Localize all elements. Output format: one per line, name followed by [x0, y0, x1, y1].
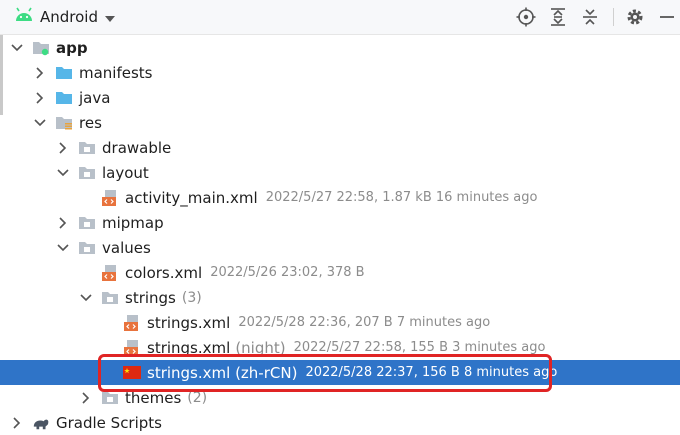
- tree-item-strings-xml-zh-rcn[interactable]: strings.xml (zh-rCN) 2022/5/28 22:37, 15…: [0, 360, 680, 385]
- chevron-down-icon[interactable]: [56, 241, 70, 255]
- tree-item-res[interactable]: res: [0, 110, 680, 135]
- settings-icon[interactable]: [624, 6, 646, 28]
- tree-item-colors-xml[interactable]: colors.xml 2022/5/26 23:02, 378 B: [0, 260, 680, 285]
- tree-item-drawable[interactable]: drawable: [0, 135, 680, 160]
- tree-item-layout[interactable]: layout: [0, 160, 680, 185]
- tree-item-values[interactable]: values: [0, 235, 680, 260]
- tree-item-manifests[interactable]: manifests: [0, 60, 680, 85]
- tree-item-gradle-scripts[interactable]: Gradle Scripts: [0, 410, 680, 435]
- toolbar-separator: [613, 8, 614, 26]
- chevron-right-icon[interactable]: [56, 216, 70, 230]
- project-toolbar: Android: [0, 0, 680, 35]
- chevron-down-icon: [104, 8, 116, 27]
- chevron-down-icon[interactable]: [10, 41, 24, 55]
- china-flag-icon: [123, 364, 141, 382]
- chevron-down-icon[interactable]: [56, 166, 70, 180]
- resources-folder-icon: [55, 114, 73, 132]
- tree-item-activity-main-xml[interactable]: activity_main.xml 2022/5/27 22:58, 1.87 …: [0, 185, 680, 210]
- tree-item-mipmap[interactable]: mipmap: [0, 210, 680, 235]
- folder-icon: [101, 289, 119, 307]
- tree-item-app[interactable]: app: [0, 35, 680, 60]
- tree-item-strings-xml-default[interactable]: strings.xml 2022/5/28 22:36, 207 B 7 min…: [0, 310, 680, 335]
- chevron-down-icon[interactable]: [79, 291, 93, 305]
- folder-icon: [78, 214, 96, 232]
- item-count: (3): [181, 289, 202, 306]
- qualifier-label: (night): [235, 338, 286, 357]
- xml-file-icon: [123, 314, 141, 332]
- chevron-down-icon[interactable]: [33, 116, 47, 130]
- locate-icon[interactable]: [515, 6, 537, 28]
- folder-icon: [101, 389, 119, 407]
- folder-icon: [78, 164, 96, 182]
- folder-icon: [78, 139, 96, 157]
- view-selector-dropdown[interactable]: Android: [14, 6, 116, 28]
- chevron-right-icon[interactable]: [33, 91, 47, 105]
- chevron-right-icon[interactable]: [79, 391, 93, 405]
- tree-item-strings-group[interactable]: strings (3): [0, 285, 680, 310]
- tree-item-strings-xml-night[interactable]: strings.xml (night) 2022/5/27 22:58, 155…: [0, 335, 680, 360]
- xml-file-icon: [101, 189, 119, 207]
- folder-icon: [55, 89, 73, 107]
- folder-icon: [55, 64, 73, 82]
- xml-file-icon: [123, 339, 141, 357]
- chevron-right-icon[interactable]: [10, 416, 24, 430]
- collapse-all-icon[interactable]: [579, 6, 601, 28]
- module-folder-icon: [32, 39, 50, 57]
- xml-file-icon: [101, 264, 119, 282]
- chevron-right-icon[interactable]: [56, 141, 70, 155]
- android-icon: [14, 7, 34, 27]
- tree-item-java[interactable]: java: [0, 85, 680, 110]
- folder-icon: [78, 239, 96, 257]
- item-count: (2): [187, 389, 208, 406]
- view-selector-label: Android: [40, 8, 98, 26]
- chevron-right-icon[interactable]: [33, 66, 47, 80]
- hide-icon[interactable]: [656, 6, 678, 28]
- expand-all-icon[interactable]: [547, 6, 569, 28]
- tree-item-themes[interactable]: themes (2): [0, 385, 680, 410]
